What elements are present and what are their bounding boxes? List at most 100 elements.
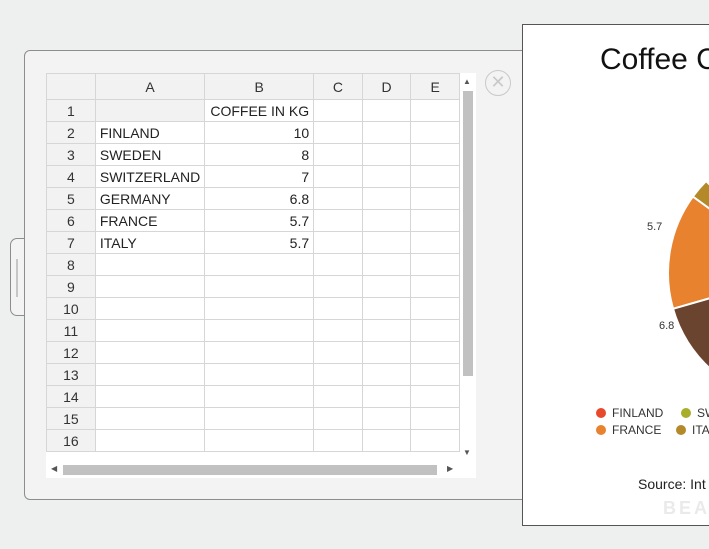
- cell-d[interactable]: [361, 429, 412, 452]
- scroll-right-icon[interactable]: ▶: [447, 464, 453, 473]
- cell-d[interactable]: [361, 231, 412, 254]
- vertical-scrollbar[interactable]: ▲ ▼: [460, 73, 476, 463]
- cell-e[interactable]: [410, 275, 460, 298]
- cell-a[interactable]: [94, 275, 206, 298]
- scroll-down-icon[interactable]: ▼: [463, 448, 471, 457]
- cell-e[interactable]: [410, 319, 460, 342]
- cell-b[interactable]: 8: [204, 143, 315, 166]
- cell-e[interactable]: [410, 143, 460, 166]
- cell-c[interactable]: [313, 341, 363, 364]
- cell-d[interactable]: [361, 385, 412, 408]
- row-header[interactable]: 6: [46, 209, 96, 232]
- cell-c[interactable]: [313, 99, 363, 122]
- cell-b[interactable]: [204, 429, 315, 452]
- cell-e[interactable]: [410, 407, 460, 430]
- cell-b[interactable]: [204, 319, 315, 342]
- horizontal-scroll-thumb[interactable]: [63, 465, 437, 475]
- row-header[interactable]: 4: [46, 165, 96, 188]
- cell-e[interactable]: [410, 187, 460, 210]
- cell-b[interactable]: COFFEE IN KG: [204, 99, 315, 122]
- close-icon[interactable]: ✕: [485, 70, 511, 96]
- cell-e[interactable]: [410, 385, 460, 408]
- cell-b[interactable]: [204, 253, 315, 276]
- cell-d[interactable]: [361, 209, 412, 232]
- column-header-b[interactable]: B: [204, 73, 315, 100]
- cell-c[interactable]: [313, 121, 363, 144]
- row-header[interactable]: 11: [46, 319, 96, 342]
- cell-b[interactable]: [204, 297, 315, 320]
- cell-e[interactable]: [410, 121, 460, 144]
- row-header[interactable]: 8: [46, 253, 96, 276]
- cell-a[interactable]: SWEDEN: [94, 143, 206, 166]
- cell-d[interactable]: [361, 407, 412, 430]
- cell-c[interactable]: [313, 297, 363, 320]
- row-header[interactable]: 1: [46, 99, 96, 122]
- cell-c[interactable]: [313, 429, 363, 452]
- cell-e[interactable]: [410, 99, 460, 122]
- cell-a[interactable]: ITALY: [94, 231, 206, 254]
- cell-e[interactable]: [410, 297, 460, 320]
- cell-a[interactable]: [94, 407, 206, 430]
- column-header-e[interactable]: E: [410, 73, 460, 100]
- cell-e[interactable]: [410, 253, 460, 276]
- cell-b[interactable]: 6.8: [204, 187, 315, 210]
- cell-c[interactable]: [313, 275, 363, 298]
- cell-b[interactable]: 5.7: [204, 231, 315, 254]
- cell-a[interactable]: FRANCE: [94, 209, 206, 232]
- row-header[interactable]: 13: [46, 363, 96, 386]
- cell-c[interactable]: [313, 407, 363, 430]
- cell-d[interactable]: [361, 121, 412, 144]
- cell-c[interactable]: [313, 165, 363, 188]
- cell-d[interactable]: [361, 363, 412, 386]
- cell-d[interactable]: [361, 297, 412, 320]
- row-header[interactable]: 10: [46, 297, 96, 320]
- cell-d[interactable]: [361, 165, 412, 188]
- cell-a[interactable]: [94, 297, 206, 320]
- cell-a[interactable]: [94, 341, 206, 364]
- cell-d[interactable]: [361, 319, 412, 342]
- cell-e[interactable]: [410, 231, 460, 254]
- row-header[interactable]: 3: [46, 143, 96, 166]
- corner-cell[interactable]: [46, 73, 96, 100]
- row-header[interactable]: 2: [46, 121, 96, 144]
- cell-e[interactable]: [410, 429, 460, 452]
- column-header-d[interactable]: D: [361, 73, 412, 100]
- cell-b[interactable]: [204, 407, 315, 430]
- cell-a[interactable]: [94, 385, 206, 408]
- horizontal-scrollbar[interactable]: ◀ ▶: [46, 462, 476, 478]
- cell-a[interactable]: FINLAND: [94, 121, 206, 144]
- row-header[interactable]: 15: [46, 407, 96, 430]
- vertical-scroll-thumb[interactable]: [463, 91, 473, 376]
- cell-c[interactable]: [313, 231, 363, 254]
- cell-b[interactable]: [204, 363, 315, 386]
- cell-c[interactable]: [313, 143, 363, 166]
- column-header-c[interactable]: C: [313, 73, 363, 100]
- cell-c[interactable]: [313, 209, 363, 232]
- cell-d[interactable]: [361, 187, 412, 210]
- row-header[interactable]: 14: [46, 385, 96, 408]
- cell-b[interactable]: [204, 385, 315, 408]
- column-header-a[interactable]: A: [94, 73, 206, 100]
- scroll-up-icon[interactable]: ▲: [463, 77, 471, 86]
- cell-e[interactable]: [410, 165, 460, 188]
- cell-a[interactable]: [94, 429, 206, 452]
- cell-a[interactable]: SWITZERLAND: [94, 165, 206, 188]
- cell-a[interactable]: [94, 99, 206, 122]
- row-header[interactable]: 16: [46, 429, 96, 452]
- cell-a[interactable]: [94, 319, 206, 342]
- scroll-left-icon[interactable]: ◀: [51, 464, 57, 473]
- cell-b[interactable]: [204, 341, 315, 364]
- cell-b[interactable]: 7: [204, 165, 315, 188]
- cell-a[interactable]: [94, 363, 206, 386]
- cell-c[interactable]: [313, 319, 363, 342]
- cell-e[interactable]: [410, 363, 460, 386]
- cell-d[interactable]: [361, 99, 412, 122]
- cell-c[interactable]: [313, 385, 363, 408]
- cell-d[interactable]: [361, 275, 412, 298]
- cell-d[interactable]: [361, 143, 412, 166]
- row-header[interactable]: 5: [46, 187, 96, 210]
- cell-e[interactable]: [410, 341, 460, 364]
- cell-b[interactable]: [204, 275, 315, 298]
- cell-a[interactable]: GERMANY: [94, 187, 206, 210]
- cell-c[interactable]: [313, 253, 363, 276]
